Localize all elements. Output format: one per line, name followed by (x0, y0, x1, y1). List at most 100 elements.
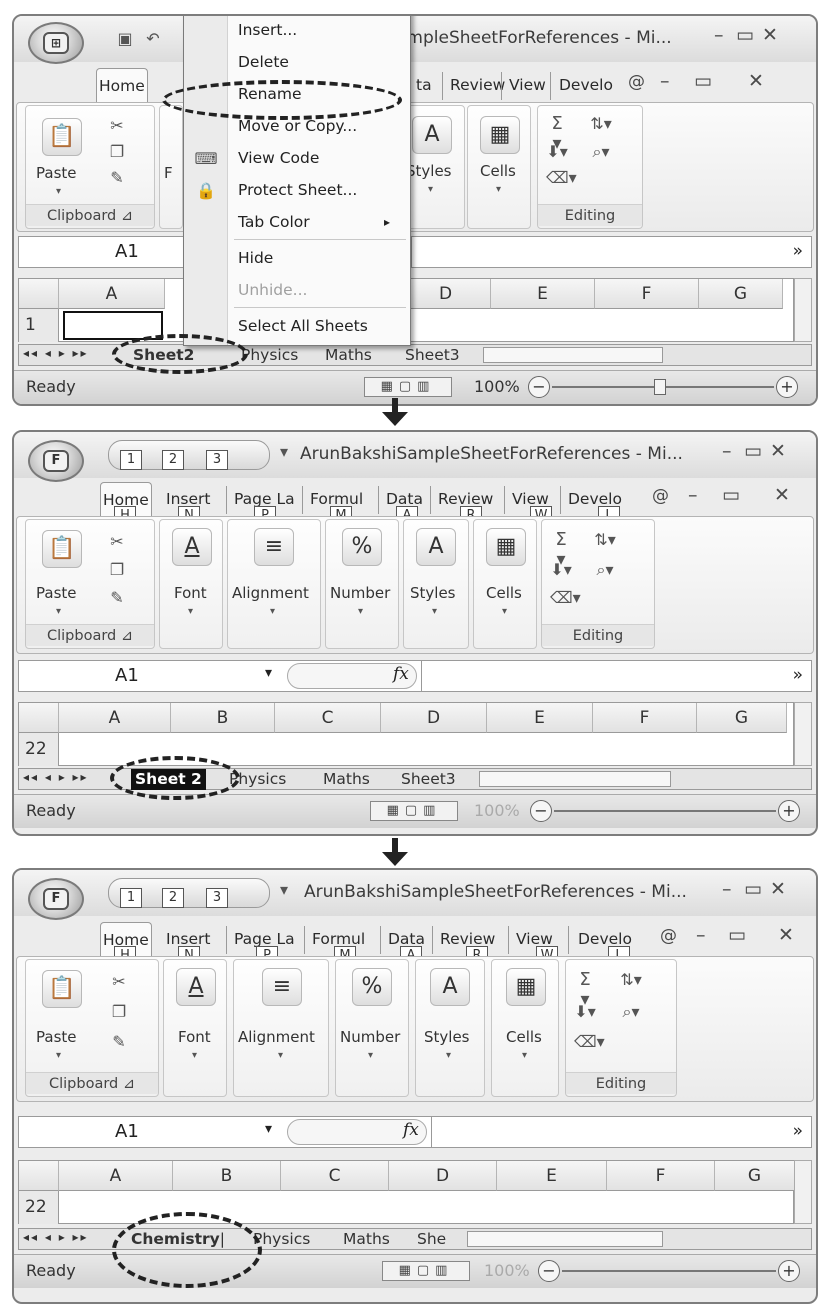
column-header-d[interactable]: D (401, 279, 491, 309)
name-box[interactable]: A1 (115, 665, 139, 686)
column-header-g[interactable]: G (715, 1161, 795, 1191)
find-select-icon[interactable]: ⌕▾ (620, 1002, 642, 1022)
row-header-22[interactable]: 22 (19, 733, 59, 766)
clear-icon[interactable]: ⌫▾ (550, 588, 581, 608)
copy-icon[interactable]: ❐ (106, 560, 128, 580)
sort-filter-icon[interactable]: ⇅▾ (620, 970, 642, 990)
ribbon-minimize-button[interactable]: – (688, 484, 698, 506)
sort-filter-icon[interactable]: ⇅▾ (594, 530, 616, 550)
number-dropdown-icon[interactable]: ▾ (368, 1050, 373, 1061)
format-painter-icon[interactable]: ✎ (106, 588, 128, 608)
horizontal-scrollbar[interactable] (479, 771, 671, 787)
styles-icon[interactable]: A (416, 528, 456, 566)
paste-dropdown-icon[interactable]: ▾ (56, 1050, 61, 1061)
cells-label[interactable]: Cells (480, 162, 516, 180)
help-icon[interactable]: @ (628, 72, 645, 92)
select-all-corner[interactable] (19, 279, 59, 309)
name-box-dropdown-icon[interactable]: ▾ (265, 1121, 272, 1137)
font-icon[interactable]: A (176, 968, 216, 1006)
menu-item-hide[interactable]: Hide (238, 249, 273, 267)
column-header-e[interactable]: E (487, 703, 593, 733)
cells-dropdown-icon[interactable]: ▾ (522, 1050, 527, 1061)
name-box[interactable]: A1 (115, 1121, 139, 1142)
alignment-label[interactable]: Alignment (232, 584, 309, 602)
sheet-tab-sheet3[interactable]: Sheet3 (405, 345, 460, 366)
cells-label[interactable]: Cells (486, 584, 522, 602)
column-header-c[interactable]: C (281, 1161, 389, 1191)
zoom-in-button[interactable]: + (778, 800, 800, 822)
zoom-in-button[interactable]: + (778, 1260, 800, 1282)
font-dropdown-icon[interactable]: ▾ (188, 606, 193, 617)
menu-item-select-all-sheets[interactable]: Select All Sheets (238, 317, 368, 335)
sheet-tab-physics[interactable]: Physics (241, 345, 298, 366)
minimize-button[interactable]: – (722, 440, 732, 462)
name-box-dropdown-icon[interactable]: ▾ (265, 665, 272, 681)
zoom-out-button[interactable]: − (538, 1260, 560, 1282)
ribbon-restore-button[interactable]: ▭ (694, 70, 712, 92)
column-header-e[interactable]: E (497, 1161, 607, 1191)
view-buttons[interactable]: ▦▢▥ (382, 1261, 470, 1281)
expand-formula-bar-icon[interactable]: » (793, 1121, 803, 1141)
number-label[interactable]: Number (340, 1028, 400, 1046)
styles-icon[interactable]: A (412, 116, 452, 154)
ribbon-restore-button[interactable]: ▭ (722, 484, 740, 506)
fill-icon[interactable]: ⬇▾ (574, 1002, 596, 1022)
sheet-tab-sheet3-partial[interactable]: She (417, 1229, 446, 1250)
zoom-out-button[interactable]: − (528, 376, 550, 398)
find-select-icon[interactable]: ⌕▾ (590, 142, 612, 162)
styles-dropdown-icon[interactable]: ▾ (432, 606, 437, 617)
sheet-tab-sheet3[interactable]: Sheet3 (401, 769, 456, 790)
format-painter-icon[interactable]: ✎ (108, 1032, 130, 1052)
paste-icon[interactable]: 📋 (42, 530, 82, 568)
select-all-corner[interactable] (19, 1161, 59, 1191)
cells-icon[interactable]: ▦ (506, 968, 546, 1006)
number-icon[interactable]: % (342, 528, 382, 566)
copy-icon[interactable]: ❐ (108, 1002, 130, 1022)
autosum-icon[interactable]: Σ ▾ (550, 530, 572, 570)
font-label[interactable]: Font (174, 584, 207, 602)
row-header-22[interactable]: 22 (19, 1191, 59, 1224)
zoom-slider[interactable] (554, 810, 776, 812)
expand-formula-bar-icon[interactable]: » (793, 241, 803, 261)
cells-icon[interactable]: ▦ (486, 528, 526, 566)
cells-icon[interactable]: ▦ (480, 116, 520, 154)
ribbon-minimize-button[interactable]: – (660, 70, 670, 92)
paste-label[interactable]: Paste (36, 164, 77, 182)
find-select-icon[interactable]: ⌕▾ (594, 560, 616, 580)
minimize-button[interactable]: – (722, 878, 732, 900)
cut-icon[interactable]: ✂ (106, 116, 128, 136)
sort-filter-icon[interactable]: ⇅▾ (590, 114, 612, 134)
zoom-in-button[interactable]: + (776, 376, 798, 398)
maximize-button[interactable]: ▭ (744, 878, 762, 900)
ribbon-close-button[interactable]: ✕ (774, 484, 790, 506)
menu-item-delete[interactable]: Delete (238, 53, 289, 71)
column-header-f[interactable]: F (595, 279, 699, 309)
qat-customize-icon[interactable]: ▾ (280, 880, 288, 899)
save-icon[interactable]: ▣ (114, 29, 136, 49)
sheet-tab-maths[interactable]: Maths (323, 769, 370, 790)
zoom-level[interactable]: 100% (474, 801, 520, 820)
expand-formula-bar-icon[interactable]: » (793, 665, 803, 685)
styles-dropdown-icon[interactable]: ▾ (446, 1050, 451, 1061)
number-icon[interactable]: % (352, 968, 392, 1006)
format-painter-icon[interactable]: ✎ (106, 168, 128, 188)
paste-icon[interactable]: 📋 (42, 970, 82, 1008)
styles-icon[interactable]: A (430, 968, 470, 1006)
cut-icon[interactable]: ✂ (108, 972, 130, 992)
column-header-f[interactable]: F (607, 1161, 715, 1191)
paste-dropdown-icon[interactable]: ▾ (56, 186, 61, 197)
menu-item-protect-sheet[interactable]: Protect Sheet... (238, 181, 357, 199)
row-header-1[interactable]: 1 (19, 309, 59, 342)
view-buttons[interactable]: ▦▢▥ (370, 801, 458, 821)
sheet-tab-maths[interactable]: Maths (343, 1229, 390, 1250)
font-dropdown-icon[interactable]: ▾ (192, 1050, 197, 1061)
column-header-c[interactable]: C (275, 703, 381, 733)
tab-home[interactable]: Home (96, 68, 148, 102)
font-label[interactable]: Font (178, 1028, 211, 1046)
column-header-g[interactable]: G (699, 279, 783, 309)
clear-icon[interactable]: ⌫▾ (546, 168, 577, 188)
vertical-scrollbar[interactable] (794, 1160, 812, 1224)
autosum-icon[interactable]: Σ ▾ (574, 970, 596, 1010)
office-button[interactable]: ⊞ (28, 22, 84, 64)
tab-data[interactable]: ta (414, 68, 434, 102)
